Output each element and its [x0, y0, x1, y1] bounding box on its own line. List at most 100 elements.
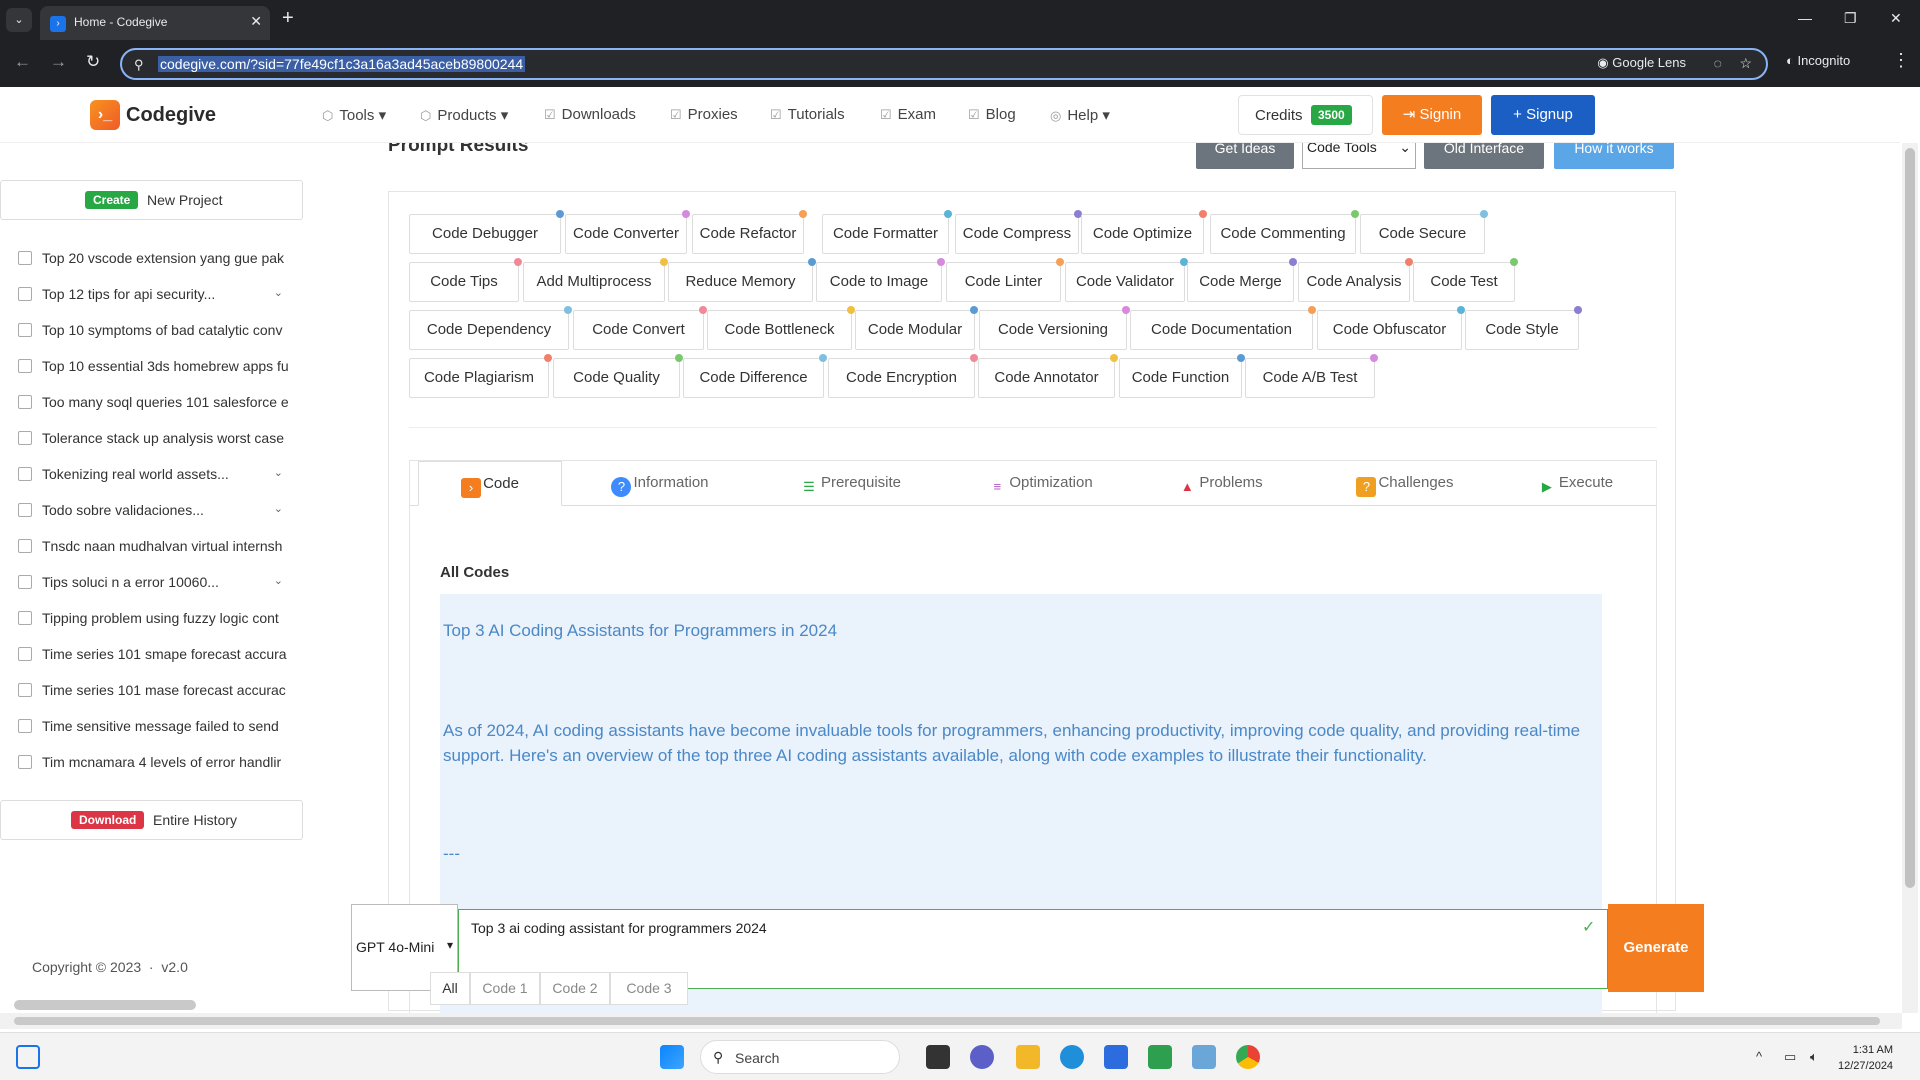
- code-filter-1[interactable]: Code 1: [470, 972, 540, 1005]
- tab-problems[interactable]: ▲ Problems: [1130, 461, 1310, 506]
- sidebar-scroll-thumb[interactable]: [14, 1000, 196, 1010]
- minimize-icon[interactable]: —: [1798, 10, 1812, 26]
- address-bar[interactable]: ⚲ codegive.com/?sid=77fe49cf1c3a16a3ad45…: [120, 48, 1768, 80]
- history-item[interactable]: Top 10 essential 3ds homebrew apps fu: [18, 358, 303, 382]
- tool-button[interactable]: Code Optimize: [1081, 210, 1207, 254]
- tool-button[interactable]: Code Dependency: [409, 306, 572, 350]
- chat-icon[interactable]: [970, 1045, 994, 1069]
- tool-button[interactable]: Code Versioning: [979, 306, 1130, 350]
- history-item[interactable]: Tnsdc naan mudhalvan virtual internsh: [18, 538, 303, 562]
- tool-button[interactable]: Code Analysis: [1298, 258, 1413, 302]
- tool-button[interactable]: Code Convert: [573, 306, 707, 350]
- new-project-button[interactable]: Create New Project: [0, 180, 303, 220]
- sidebar-scrollbar[interactable]: [0, 997, 300, 1011]
- generate-button[interactable]: Generate: [1608, 904, 1704, 992]
- history-item[interactable]: Todo sobre validaciones... ⌄: [18, 502, 303, 526]
- page-scroll-thumb[interactable]: [1905, 148, 1915, 888]
- nav-products[interactable]: ⬡ Products ▾: [420, 106, 508, 124]
- chevron-down-icon[interactable]: ⌄: [274, 502, 283, 515]
- tool-button[interactable]: Code Plagiarism: [409, 354, 552, 398]
- tool-button[interactable]: Code Style: [1465, 306, 1582, 350]
- tool-button[interactable]: Code Difference: [683, 354, 827, 398]
- history-item[interactable]: Top 10 symptoms of bad catalytic conv: [18, 322, 303, 346]
- tool-button[interactable]: Code Encryption: [828, 354, 978, 398]
- code-filter-3[interactable]: Code 3: [610, 972, 688, 1005]
- tab-execute[interactable]: ▶ Execute: [1500, 461, 1650, 506]
- horizontal-scroll-thumb[interactable]: [14, 1017, 1880, 1025]
- code-tools-select[interactable]: Code Tools ⌄: [1302, 143, 1416, 169]
- nav-help[interactable]: ◎ Help ▾: [1050, 106, 1110, 124]
- history-item[interactable]: Tipping problem using fuzzy logic cont: [18, 610, 303, 634]
- tool-button[interactable]: Code Modular: [855, 306, 978, 350]
- history-item[interactable]: Time series 101 smape forecast accura: [18, 646, 303, 670]
- nav-tutorials[interactable]: ☑ Tutorials: [770, 106, 845, 123]
- history-item[interactable]: Too many soql queries 101 salesforce e: [18, 394, 303, 418]
- taskbar-search[interactable]: ⚲ Search: [700, 1040, 900, 1074]
- codegive-logo-icon[interactable]: ›_: [90, 100, 120, 130]
- history-item[interactable]: Tips soluci n a error 10060... ⌄: [18, 574, 303, 598]
- reload-icon[interactable]: ↻: [86, 52, 100, 72]
- chrome-icon[interactable]: [1236, 1045, 1260, 1069]
- history-item[interactable]: Top 12 tips for api security... ⌄: [18, 286, 303, 310]
- tab-search-button[interactable]: ⌄: [6, 8, 32, 32]
- tool-button[interactable]: Code Commenting: [1210, 210, 1359, 254]
- tool-button[interactable]: Code Function: [1119, 354, 1245, 398]
- how-it-works-button[interactable]: How it works: [1554, 143, 1674, 169]
- tab-challenges[interactable]: ? Challenges: [1310, 461, 1500, 506]
- tool-button[interactable]: Code Annotator: [978, 354, 1118, 398]
- new-tab-button[interactable]: +: [282, 8, 294, 28]
- code-filter-all[interactable]: All: [430, 972, 470, 1005]
- network-icon[interactable]: ▭: [1784, 1049, 1796, 1065]
- tool-button[interactable]: Code Refactor: [692, 210, 807, 254]
- history-item[interactable]: Top 20 vscode extension yang gue pak: [18, 250, 303, 274]
- site-info-icon[interactable]: ⚲: [134, 57, 144, 73]
- signup-button[interactable]: + Signup: [1491, 95, 1595, 135]
- tool-button[interactable]: Code Formatter: [822, 210, 952, 254]
- url-text[interactable]: codegive.com/?sid=77fe49cf1c3a16a3ad45ac…: [158, 56, 526, 72]
- back-icon[interactable]: ←: [14, 52, 31, 72]
- star-icon[interactable]: ☆: [1739, 55, 1752, 72]
- nav-exam[interactable]: ☑ Exam: [880, 106, 936, 123]
- page-scrollbar[interactable]: [1902, 143, 1918, 1013]
- tool-button[interactable]: Code Validator: [1065, 258, 1188, 302]
- windows-start-icon[interactable]: [660, 1045, 684, 1069]
- volume-icon[interactable]: 🔈︎: [1810, 1049, 1818, 1065]
- code-filter-2[interactable]: Code 2: [540, 972, 610, 1005]
- widgets-icon[interactable]: [16, 1045, 40, 1069]
- tool-button[interactable]: Code Obfuscator: [1317, 306, 1465, 350]
- clock[interactable]: 1:31 AM 12/27/2024: [1838, 1042, 1893, 1074]
- download-history-button[interactable]: Download Entire History: [0, 800, 303, 840]
- tab-optimization[interactable]: ≡ Optimization: [950, 461, 1130, 506]
- tool-button[interactable]: Code Tips: [409, 258, 522, 302]
- tool-button[interactable]: Add Multiprocess: [523, 258, 668, 302]
- tab-information[interactable]: ? Information: [570, 461, 750, 506]
- chevron-down-icon[interactable]: ⌄: [274, 466, 283, 479]
- tab-prerequisite[interactable]: ☰ Prerequisite: [760, 461, 940, 506]
- app-icon[interactable]: [1148, 1045, 1172, 1069]
- history-item[interactable]: Time sensitive message failed to send: [18, 718, 303, 742]
- close-icon[interactable]: ✕: [250, 13, 262, 30]
- tool-button[interactable]: Code Secure: [1360, 210, 1488, 254]
- nav-proxies[interactable]: ☑ Proxies: [670, 106, 738, 123]
- store-icon[interactable]: [1104, 1045, 1128, 1069]
- old-interface-button[interactable]: Old Interface: [1424, 143, 1544, 169]
- history-item[interactable]: Tim mcnamara 4 levels of error handlir: [18, 754, 303, 778]
- signin-button[interactable]: ⇥ Signin: [1382, 95, 1482, 135]
- nav-downloads[interactable]: ☑ Downloads: [544, 106, 636, 123]
- google-lens-chip[interactable]: ◉ Google Lens: [1597, 55, 1686, 71]
- get-ideas-button[interactable]: Get Ideas: [1196, 143, 1294, 169]
- forward-icon[interactable]: →: [50, 52, 67, 72]
- tool-button[interactable]: Reduce Memory: [668, 258, 816, 302]
- chevron-down-icon[interactable]: ⌄: [274, 286, 283, 299]
- tool-button[interactable]: Code Quality: [553, 354, 683, 398]
- tool-button[interactable]: Code Merge: [1187, 258, 1297, 302]
- tool-button[interactable]: Code Test: [1413, 258, 1518, 302]
- incognito-indicator[interactable]: ◐ Incognito: [1786, 53, 1850, 68]
- nav-tools[interactable]: ⬡ Tools ▾: [322, 106, 386, 124]
- tool-button[interactable]: Code Converter: [565, 210, 690, 254]
- tab-code[interactable]: › Code: [418, 461, 562, 506]
- tool-button[interactable]: Code Debugger: [409, 210, 564, 254]
- tool-button[interactable]: Code Compress: [955, 210, 1082, 254]
- tool-button[interactable]: Code to Image: [816, 258, 945, 302]
- browser-tab[interactable]: › Home - Codegive ✕: [40, 6, 270, 40]
